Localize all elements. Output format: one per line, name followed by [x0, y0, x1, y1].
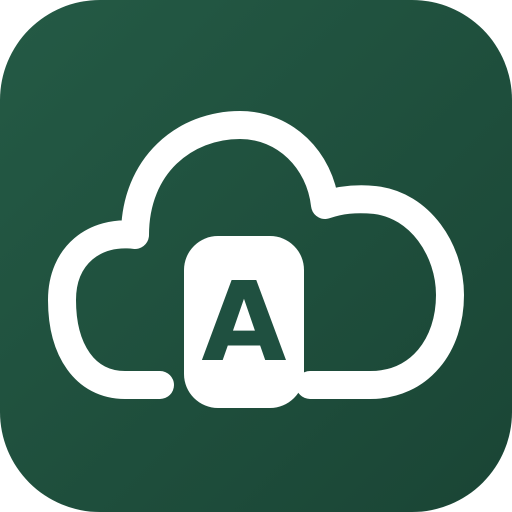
- badge-letter: A: [201, 258, 286, 386]
- app-icon[interactable]: A: [0, 0, 512, 512]
- letter-badge-icon: A: [184, 236, 304, 408]
- app-icon-graphic: A: [0, 0, 512, 512]
